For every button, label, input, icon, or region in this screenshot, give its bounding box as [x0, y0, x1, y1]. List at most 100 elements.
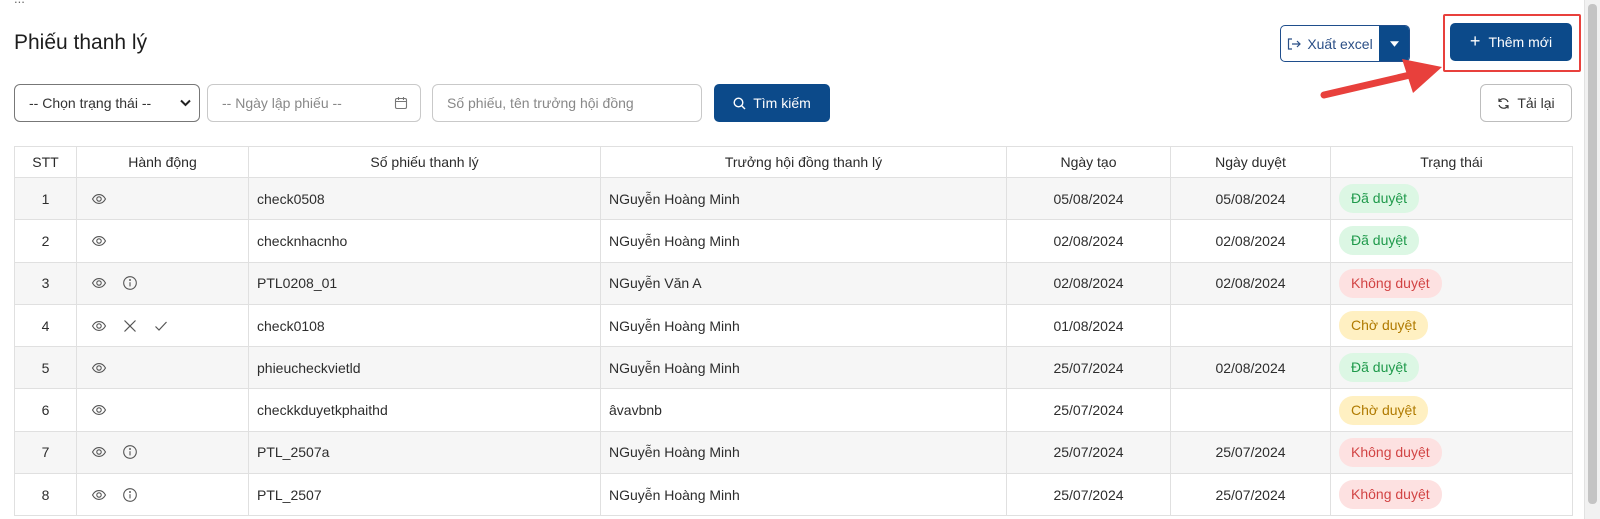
table-row: 7 PTL_2507a NGuyễn Hoàng Minh 25/07/2024 25/…	[14, 430, 1573, 475]
row-action-icons	[91, 360, 240, 376]
cell-approved-date: 02/08/2024	[1170, 219, 1331, 263]
status-badge: Chờ duyệt	[1339, 311, 1429, 341]
cell-leader: NGuyễn Hoàng Minh	[600, 176, 1007, 221]
row-action-icons	[91, 402, 240, 418]
cell-created-date: 25/07/2024	[1006, 430, 1171, 475]
cell-status: Chờ duyệt	[1330, 303, 1573, 348]
search-button-label: Tìm kiếm	[753, 95, 811, 111]
created-date-placeholder: -- Ngày lập phiếu --	[222, 95, 342, 111]
cell-approved-date: 02/08/2024	[1170, 346, 1331, 390]
refresh-icon	[1498, 97, 1509, 109]
cell-actions	[76, 388, 249, 432]
cell-actions	[76, 303, 249, 348]
reload-label: Tải lại	[1517, 95, 1555, 111]
header-approved-date: Ngày duyệt	[1170, 146, 1331, 178]
status-badge: Không duyệt	[1339, 480, 1442, 510]
status-select[interactable]: -- Chọn trạng thái --	[14, 84, 200, 122]
cell-code: check0508	[248, 176, 601, 221]
reload-button[interactable]: Tải lại	[1480, 84, 1572, 122]
cell-code: PTL_2507a	[248, 430, 601, 475]
eye-icon[interactable]	[91, 444, 107, 460]
cell-stt: 7	[14, 430, 77, 475]
cell-created-date: 25/07/2024	[1006, 388, 1171, 432]
breadcrumb: ...	[0, 0, 1584, 8]
chevron-down-icon	[180, 99, 191, 107]
close-icon[interactable]	[122, 318, 138, 334]
cell-actions	[76, 219, 249, 263]
scrollbar-thumb[interactable]	[1588, 4, 1597, 504]
cell-code: checknhacnho	[248, 219, 601, 263]
page-scrollbar[interactable]	[1584, 0, 1600, 519]
cell-approved-date: 05/08/2024	[1170, 176, 1331, 221]
eye-icon[interactable]	[91, 402, 107, 418]
table-row: 5 phieucheckvietld NGuyễn Hoàng Minh 25/07/…	[14, 346, 1573, 390]
status-badge: Không duyệt	[1339, 268, 1442, 298]
cell-leader: NGuyễn Hoàng Minh	[600, 473, 1007, 517]
cell-created-date: 01/08/2024	[1006, 303, 1171, 348]
header-code: Số phiếu thanh lý	[248, 146, 601, 178]
cell-leader: NGuyễn Hoàng Minh	[600, 430, 1007, 475]
table-row: 8 PTL_2507 NGuyễn Hoàng Minh 25/07/2024 25/0…	[14, 473, 1573, 517]
calendar-icon	[394, 97, 408, 110]
row-action-icons	[91, 318, 240, 334]
add-new-label: Thêm mới	[1488, 34, 1553, 50]
cell-status: Không duyệt	[1330, 430, 1573, 475]
cell-status: Chờ duyệt	[1330, 388, 1573, 432]
eye-icon[interactable]	[91, 360, 107, 376]
table-row: 6 checkkduyetkphaithd âvavbnb 25/07/2024 Chờ…	[14, 388, 1573, 432]
row-action-icons	[91, 233, 240, 249]
eye-icon[interactable]	[91, 191, 107, 207]
eye-icon[interactable]	[91, 233, 107, 249]
cell-status: Không duyệt	[1330, 261, 1573, 305]
cell-created-date: 02/08/2024	[1006, 261, 1171, 305]
breadcrumb-text: ...	[14, 0, 25, 6]
header-status: Trạng thái	[1330, 146, 1573, 178]
cell-created-date: 05/08/2024	[1006, 176, 1171, 221]
cell-stt: 5	[14, 346, 77, 390]
info-icon[interactable]	[122, 487, 138, 503]
eye-icon[interactable]	[91, 318, 107, 334]
cell-leader: NGuyễn Văn A	[600, 261, 1007, 305]
search-input[interactable]	[432, 84, 702, 122]
cell-leader: NGuyễn Hoàng Minh	[600, 346, 1007, 390]
table-row: 4 check0108 NGuyễn Hoàng Minh 01/08/2024 Chờ…	[14, 303, 1573, 348]
cell-code: check0108	[248, 303, 601, 348]
cell-actions	[76, 261, 249, 305]
cell-status: Đã duyệt	[1330, 219, 1573, 263]
page-title: Phiếu thanh lý	[14, 31, 148, 54]
row-action-icons	[91, 275, 240, 291]
cell-code: PTL_2507	[248, 473, 601, 517]
check-icon[interactable]	[153, 318, 169, 334]
cell-code: PTL0208_01	[248, 261, 601, 305]
eye-icon[interactable]	[91, 275, 107, 291]
cell-leader: NGuyễn Hoàng Minh	[600, 219, 1007, 263]
status-badge: Không duyệt	[1339, 437, 1442, 467]
info-icon[interactable]	[122, 444, 138, 460]
cell-actions	[76, 176, 249, 221]
liquidation-table: STT Hành động Số phiếu thanh lý Trưởng h…	[14, 146, 1573, 517]
created-date-input[interactable]: -- Ngày lập phiếu --	[207, 84, 421, 122]
status-badge: Đã duyệt	[1339, 184, 1420, 214]
cell-status: Không duyệt	[1330, 473, 1573, 517]
annotation-arrow-icon	[1320, 59, 1442, 99]
cell-code: phieucheckvietld	[248, 346, 601, 390]
cell-actions	[76, 430, 249, 475]
cell-approved-date: 25/07/2024	[1170, 473, 1331, 517]
row-action-icons	[91, 191, 240, 207]
cell-approved-date: 02/08/2024	[1170, 261, 1331, 305]
search-button[interactable]: Tìm kiếm	[714, 84, 830, 122]
eye-icon[interactable]	[91, 487, 107, 503]
cell-actions	[76, 346, 249, 390]
table-row: 2 checknhacnho NGuyễn Hoàng Minh 02/08/2024…	[14, 219, 1573, 263]
cell-stt: 3	[14, 261, 77, 305]
status-badge: Đã duyệt	[1339, 353, 1420, 383]
cell-stt: 6	[14, 388, 77, 432]
info-icon[interactable]	[122, 275, 138, 291]
cell-status: Đã duyệt	[1330, 176, 1573, 221]
header-actions: Hành động	[76, 146, 249, 178]
row-action-icons	[91, 444, 240, 460]
table-header-row: STT Hành động Số phiếu thanh lý Trưởng h…	[14, 146, 1573, 178]
add-new-button[interactable]: + Thêm mới	[1450, 23, 1572, 61]
cell-status: Đã duyệt	[1330, 346, 1573, 390]
cell-code: checkkduyetkphaithd	[248, 388, 601, 432]
